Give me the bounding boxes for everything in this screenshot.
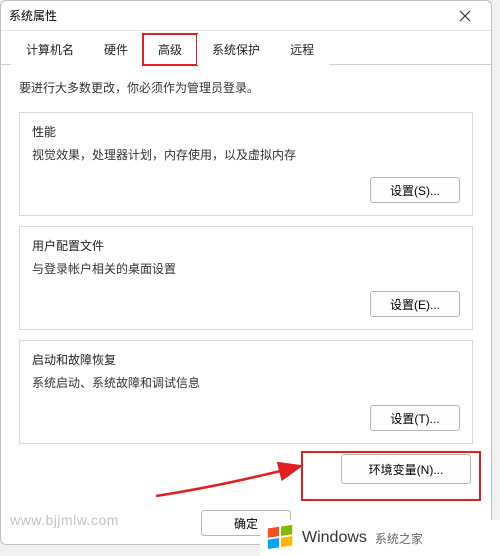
- watermark-url: www.bjjmlw.com: [10, 512, 119, 528]
- tab-content: 要进行大多数更改，你必须作为管理员登录。 性能 视觉效果，处理器计划，内存使用，…: [1, 65, 491, 492]
- brand-text: Windows: [302, 529, 367, 547]
- tab-remote[interactable]: 远程: [275, 34, 329, 65]
- window-title: 系统属性: [9, 7, 57, 24]
- close-button[interactable]: [447, 3, 483, 29]
- tab-advanced[interactable]: 高级: [143, 34, 197, 65]
- user-profile-settings-button[interactable]: 设置(E)...: [370, 291, 460, 317]
- close-icon: [459, 10, 471, 22]
- group-performance-legend: 性能: [32, 123, 460, 140]
- admin-note: 要进行大多数更改，你必须作为管理员登录。: [19, 79, 473, 96]
- startup-settings-button[interactable]: 设置(T)...: [370, 405, 460, 431]
- tab-strip: 计算机名 硬件 高级 系统保护 远程: [1, 33, 491, 65]
- group-startup-legend: 启动和故障恢复: [32, 351, 460, 368]
- tab-system-protection[interactable]: 系统保护: [197, 34, 275, 65]
- group-startup-desc: 系统启动、系统故障和调试信息: [32, 374, 460, 391]
- tab-hardware[interactable]: 硬件: [89, 34, 143, 65]
- group-user-profile-desc: 与登录帐户相关的桌面设置: [32, 260, 460, 277]
- brand-bar: Windows 系统之家: [260, 520, 500, 556]
- group-performance-desc: 视觉效果，处理器计划，内存使用，以及虚拟内存: [32, 146, 460, 163]
- group-startup-recovery: 启动和故障恢复 系统启动、系统故障和调试信息 设置(T)...: [19, 340, 473, 444]
- brand-sub: 系统之家: [375, 530, 423, 547]
- system-properties-window: 系统属性 计算机名 硬件 高级 系统保护 远程 要进行大多数更改，你必须作为管理…: [0, 0, 492, 545]
- windows-logo-icon: [266, 523, 296, 553]
- titlebar: 系统属性: [1, 1, 491, 31]
- performance-settings-button[interactable]: 设置(S)...: [370, 177, 460, 203]
- env-row: 环境变量(N)...: [19, 454, 473, 484]
- tab-computer-name[interactable]: 计算机名: [11, 34, 89, 65]
- group-performance: 性能 视觉效果，处理器计划，内存使用，以及虚拟内存 设置(S)...: [19, 112, 473, 216]
- group-user-profile-legend: 用户配置文件: [32, 237, 460, 254]
- group-user-profile: 用户配置文件 与登录帐户相关的桌面设置 设置(E)...: [19, 226, 473, 330]
- environment-variables-button[interactable]: 环境变量(N)...: [341, 454, 471, 484]
